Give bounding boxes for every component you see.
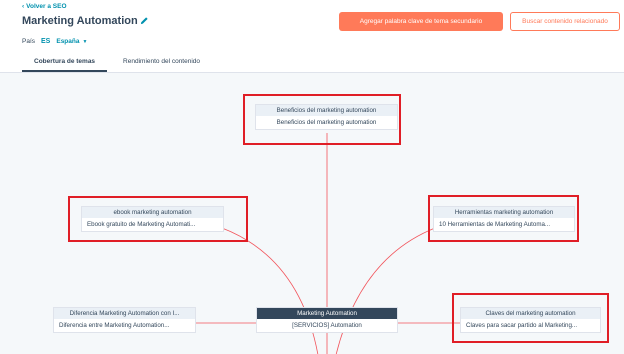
connector-left <box>221 227 319 354</box>
tab-content-performance[interactable]: Rendimiento del contenido <box>111 54 212 72</box>
chevron-left-icon: ‹ <box>22 3 25 10</box>
node-content: [SERVICIOS] Automation <box>257 319 397 332</box>
node-title: Marketing Automation <box>257 308 397 319</box>
add-subtopic-button[interactable]: Agregar palabra clave de tema secundario <box>339 12 503 31</box>
country-label: País <box>22 38 36 45</box>
highlight-box <box>243 94 401 145</box>
country-select[interactable]: España ▼ <box>56 38 87 45</box>
topic-cluster-canvas[interactable]: Beneficios del marketing automation Bene… <box>0 72 624 354</box>
node-content: Diferencia entre Marketing Automation... <box>54 319 195 332</box>
caret-down-icon: ▼ <box>82 38 88 45</box>
pillar-node[interactable]: Marketing Automation [SERVICIOS] Automat… <box>256 307 398 333</box>
back-link-label: Volver a SEO <box>26 3 67 10</box>
country-code: ES <box>41 38 51 45</box>
country-name: España <box>56 38 80 45</box>
topic-node-difference[interactable]: Diferencia Marketing Automation con I...… <box>53 307 196 333</box>
tab-topic-coverage[interactable]: Cobertura de temas <box>22 54 108 72</box>
highlight-box <box>452 293 609 343</box>
highlight-box <box>68 196 248 242</box>
page-title: Marketing Automation <box>22 15 138 27</box>
country-row: País ES España ▼ <box>22 38 87 45</box>
page-header: ‹ Volver a SEO Marketing Automation País … <box>0 0 624 72</box>
highlight-box <box>428 195 579 242</box>
tab-bar: Cobertura de temas Rendimiento del conte… <box>22 54 212 72</box>
connector-right <box>335 227 436 354</box>
node-title: Diferencia Marketing Automation con I... <box>54 308 195 319</box>
back-link[interactable]: ‹ Volver a SEO <box>22 3 67 10</box>
find-related-content-button[interactable]: Buscar contenido relacionado <box>510 12 620 31</box>
pencil-icon[interactable] <box>140 16 149 25</box>
